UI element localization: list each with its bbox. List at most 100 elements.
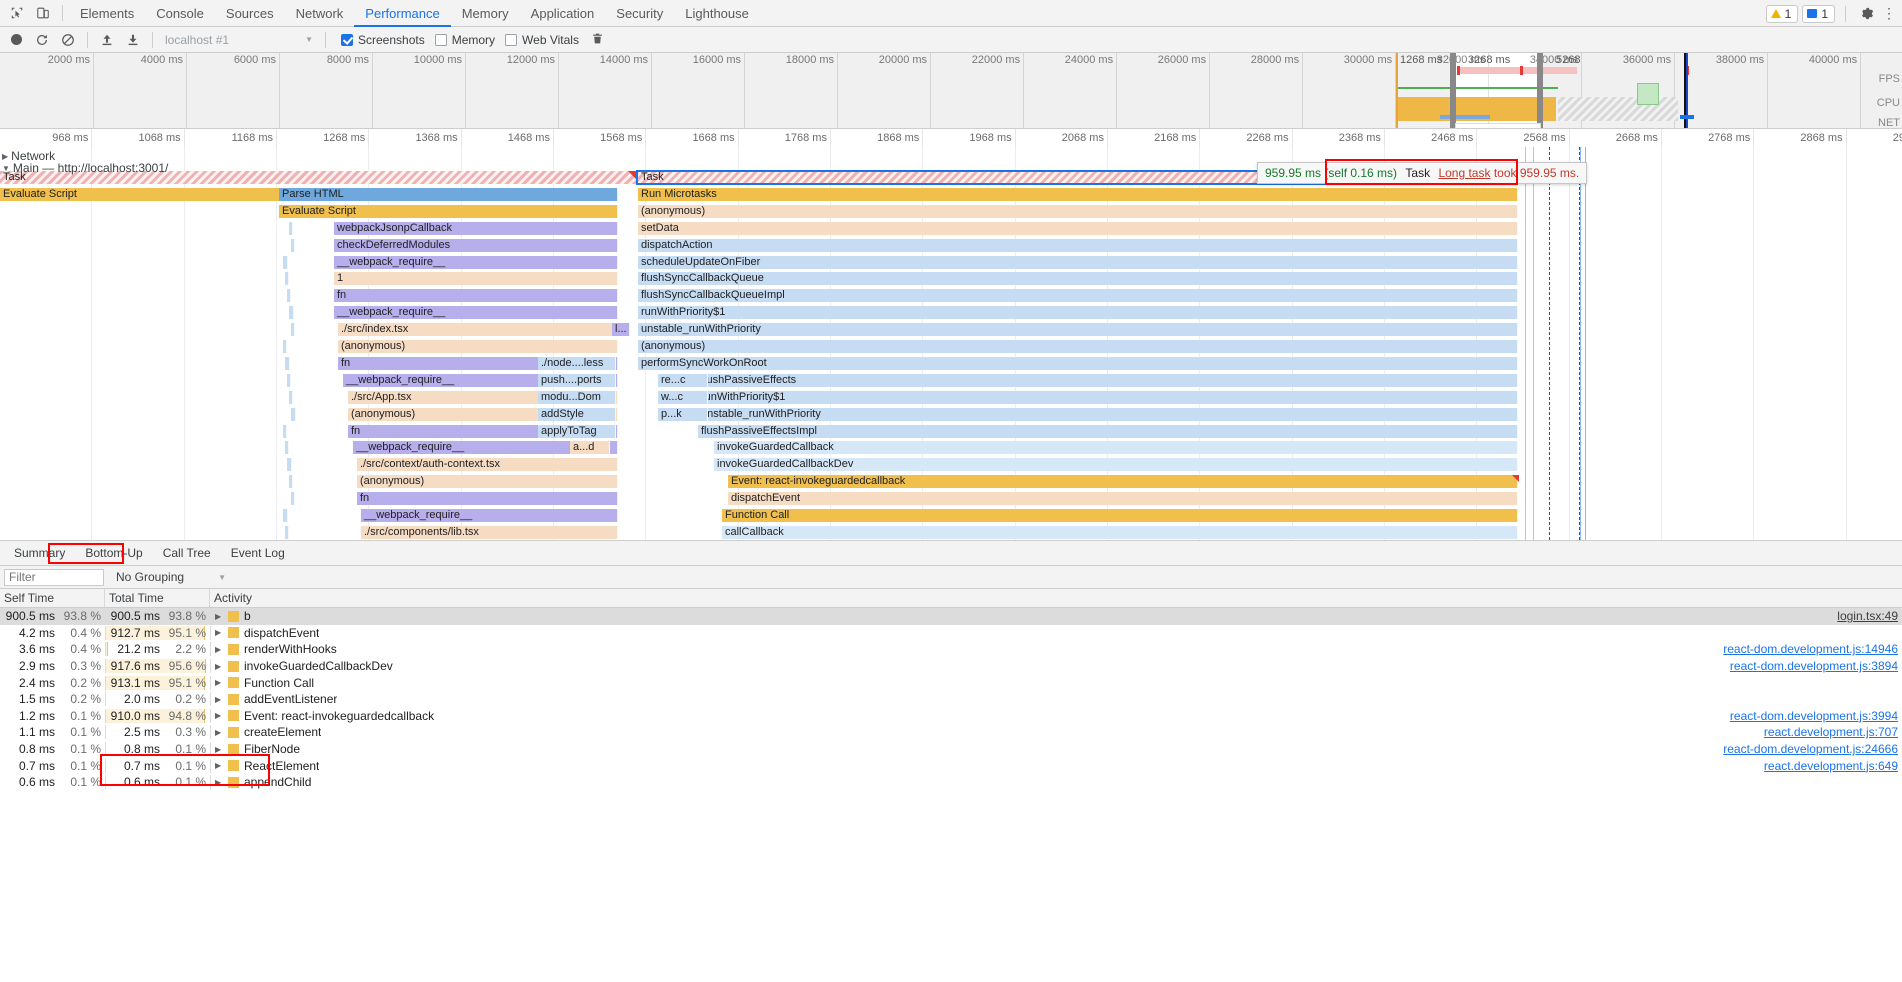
tab-event-log[interactable]: Event Log (221, 541, 295, 566)
expand-triangle-icon[interactable]: ▶ (215, 728, 223, 737)
column-header-self-time[interactable]: Self Time (0, 589, 105, 607)
overview-window-handle-left[interactable] (1450, 53, 1456, 128)
flame-bar-re-c[interactable]: re...c (658, 373, 708, 387)
table-row[interactable]: 2.9 ms 0.3 % 917.6 ms 95.6 % ▶ invokeGuardedC… (0, 658, 1902, 675)
flame-bar-runwithpriority-1[interactable]: runWithPriority$1 (638, 306, 1518, 320)
tab-call-tree[interactable]: Call Tree (153, 541, 221, 566)
flame-bar-performsyncworkonroot[interactable]: performSyncWorkOnRoot (638, 356, 1518, 370)
column-header-activity[interactable]: Activity (210, 589, 1902, 607)
profile-selector[interactable]: localhost #1 ▼ (160, 30, 318, 49)
tab-elements[interactable]: Elements (69, 0, 145, 27)
flame-bar-parse-html[interactable]: Parse HTML (279, 187, 618, 201)
tab-security[interactable]: Security (605, 0, 674, 27)
flame-bar-sliver[interactable] (283, 509, 288, 522)
flame-bar--src-context-auth-context-tsx[interactable]: ./src/context/auth-context.tsx (357, 458, 618, 472)
flame-bar-applytotag[interactable]: applyToTag (538, 424, 616, 438)
flame-bar-setdata[interactable]: setData (638, 221, 1518, 235)
flame-bar-scheduleupdateonfiber[interactable]: scheduleUpdateOnFiber (638, 255, 1518, 269)
tab-console[interactable]: Console (145, 0, 215, 27)
trash-icon[interactable] (591, 32, 604, 48)
table-row[interactable]: 1.1 ms 0.1 % 2.5 ms 0.3 % ▶ createElement reac… (0, 724, 1902, 741)
tab-bottom-up[interactable]: Bottom-Up (75, 541, 152, 566)
load-profile-icon[interactable] (95, 28, 119, 52)
flame-bar-sliver[interactable] (283, 424, 287, 438)
flame-bar-addstyle[interactable]: addStyle (538, 407, 616, 421)
flame-bar-unstable-runwithpriority[interactable]: unstable_runWithPriority (698, 407, 1518, 421)
flame-bar-flushsynccallbackqueue[interactable]: flushSyncCallbackQueue (638, 272, 1518, 286)
flame-bar--src-index-tsx[interactable]: ./src/index.tsx (338, 323, 618, 337)
expand-triangle-icon[interactable]: ▶ (215, 695, 223, 704)
table-row[interactable]: 4.2 ms 0.4 % 912.7 ms 95.1 % ▶ dispatchEvent (0, 625, 1902, 642)
flame-bar--src-components-lib-tsx[interactable]: ./src/components/lib.tsx (361, 525, 618, 539)
flame-bar-event-react-invokeguardedcallback[interactable]: Event: react-invokeguardedcallback (728, 475, 1518, 489)
flame-bar-flushpassiveeffects[interactable]: flushPassiveEffects (698, 373, 1518, 387)
flame-bar--webpack-require-[interactable]: __webpack_require__ (361, 509, 618, 522)
table-row[interactable]: 2.4 ms 0.2 % 913.1 ms 95.1 % ▶ Function Call (0, 674, 1902, 691)
flame-bar-callcallback[interactable]: callCallback (722, 525, 1518, 539)
overview-window-handle-right[interactable] (1537, 53, 1543, 128)
flame-bar-sliver[interactable] (289, 306, 294, 320)
tab-application[interactable]: Application (520, 0, 606, 27)
flame-bar-sliver[interactable] (291, 407, 296, 421)
table-row[interactable]: 0.7 ms 0.1 % 0.7 ms 0.1 % ▶ ReactElement react… (0, 757, 1902, 774)
expand-triangle-icon[interactable]: ▶ (215, 778, 223, 787)
flame-bar--node-less[interactable]: ./node....less (538, 356, 616, 370)
flame-bar--anonymous-[interactable]: (anonymous) (638, 340, 1518, 353)
source-link[interactable]: react.development.js:707 (1764, 725, 1898, 739)
grouping-selector[interactable]: No Grouping ▼ (112, 568, 230, 587)
flame-bar-invokeguardedcallback[interactable]: invokeGuardedCallback (714, 441, 1518, 455)
table-row[interactable]: 900.5 ms 93.8 % 900.5 ms 93.8 % ▶ b login.tsx:… (0, 608, 1902, 625)
table-row[interactable]: 1.2 ms 0.1 % 910.0 ms 94.8 % ▶ Event: react-i… (0, 708, 1902, 725)
expand-triangle-icon[interactable]: ▶ (215, 678, 223, 687)
flame-bar-run-microtasks[interactable]: Run Microtasks (638, 187, 1518, 201)
flame-bar-flushsynccallbackqueueimpl[interactable]: flushSyncCallbackQueueImpl (638, 289, 1518, 303)
source-link[interactable]: react-dom.development.js:3894 (1730, 659, 1898, 673)
flame-bar-checkdeferredmodules[interactable]: checkDeferredModules (334, 238, 618, 252)
flame-bar-function-call[interactable]: Function Call (722, 509, 1518, 522)
track-main[interactable]: ▼ Main — http://localhost:3001/ (2, 161, 168, 175)
flame-bar-dispatchaction[interactable]: dispatchAction (638, 238, 1518, 252)
flame-bar-fn[interactable]: fn (357, 492, 618, 506)
table-row[interactable]: 0.6 ms 0.1 % 0.6 ms 0.1 % ▶ appendChild (0, 774, 1902, 791)
expand-triangle-icon[interactable]: ▶ (215, 612, 223, 621)
expand-triangle-icon[interactable]: ▶ (215, 711, 223, 720)
flame-chart-area[interactable]: 968 ms 1068 ms 1168 ms 1268 ms 1368 ms 1468 m… (0, 129, 1902, 541)
message-badge[interactable]: 1 (1802, 4, 1835, 23)
device-toolbar-icon[interactable] (30, 1, 56, 25)
flame-bar--anonymous-[interactable]: (anonymous) (338, 340, 618, 353)
source-link[interactable]: react-dom.development.js:3994 (1730, 709, 1898, 723)
flame-bar-sliver[interactable] (285, 272, 289, 286)
flame-bar-fn[interactable]: fn (334, 289, 618, 303)
column-header-total-time[interactable]: Total Time (105, 589, 210, 607)
flame-bar-sliver[interactable] (285, 441, 289, 455)
tab-network[interactable]: Network (285, 0, 355, 27)
flame-bar-sliver[interactable] (287, 289, 291, 303)
flame-bar-sliver[interactable] (291, 492, 295, 506)
flame-bar--anonymous-[interactable]: (anonymous) (638, 204, 1518, 218)
screenshots-checkbox[interactable]: Screenshots (341, 33, 425, 47)
flame-bar-push-ports[interactable]: push....ports (538, 373, 616, 387)
flame-bar-sliver[interactable] (287, 458, 292, 472)
table-row[interactable]: 0.8 ms 0.1 % 0.8 ms 0.1 % ▶ FiberNode react-do… (0, 741, 1902, 758)
flame-bar-sliver[interactable] (283, 255, 288, 269)
record-button[interactable] (4, 28, 28, 52)
bottom-up-table-body[interactable]: 900.5 ms 93.8 % 900.5 ms 93.8 % ▶ b login.tsx:… (0, 608, 1902, 791)
flame-bar-flushpassiveeffectsimpl[interactable]: flushPassiveEffectsImpl (698, 424, 1518, 438)
flame-bar-sliver[interactable] (289, 221, 293, 235)
flame-bar-modu-dom[interactable]: modu...Dom (538, 390, 616, 404)
reload-and-record-button[interactable] (30, 28, 54, 52)
tab-lighthouse[interactable]: Lighthouse (674, 0, 760, 27)
expand-triangle-icon[interactable]: ▶ (215, 662, 223, 671)
tab-summary[interactable]: Summary (4, 541, 75, 566)
long-task-link[interactable]: Long task (1438, 166, 1490, 180)
timeline-overview[interactable]: 2000 ms 4000 ms 6000 ms 8000 ms 10000 ms 1200… (0, 53, 1902, 129)
flame-bar-invokeguardedcallbackdev[interactable]: invokeGuardedCallbackDev (714, 458, 1518, 472)
expand-triangle-icon[interactable]: ▶ (215, 628, 223, 637)
inspect-element-icon[interactable] (4, 1, 30, 25)
vertical-scrollbar[interactable] (1894, 0, 1902, 982)
source-link[interactable]: react-dom.development.js:24666 (1723, 742, 1898, 756)
flame-bar-sliver[interactable] (289, 390, 293, 404)
flame-bar--anonymous-[interactable]: (anonymous) (357, 475, 618, 489)
filter-input[interactable] (4, 568, 104, 586)
flame-bar-sliver[interactable] (287, 373, 291, 387)
